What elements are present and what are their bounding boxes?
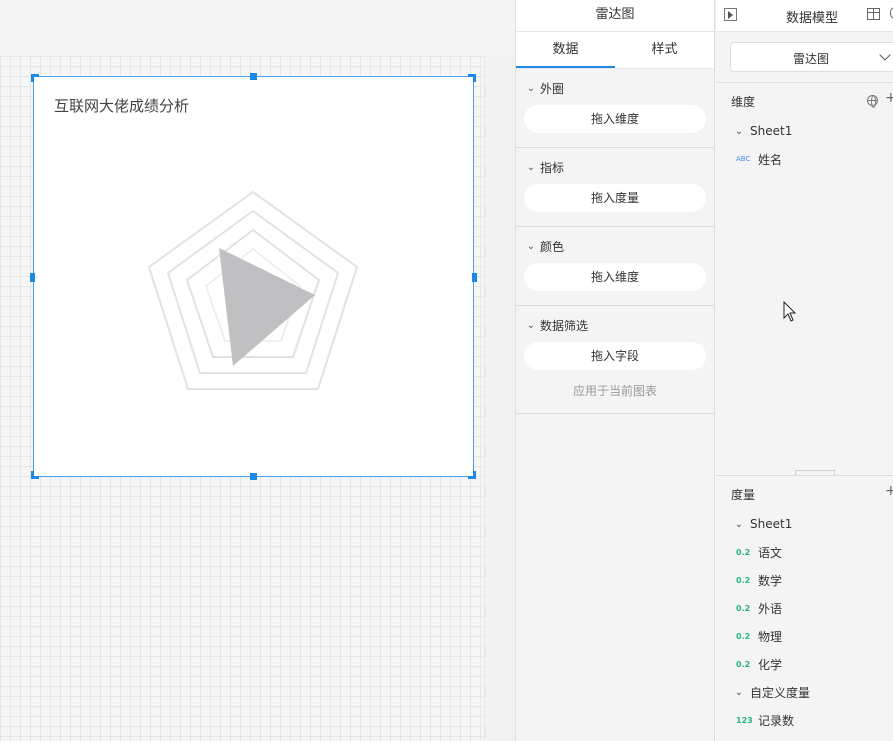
resize-handle-left[interactable]: [30, 273, 35, 282]
tab-data[interactable]: 数据: [516, 32, 615, 68]
resize-handle-right[interactable]: [472, 273, 477, 282]
chevron-down-icon: ⌄: [526, 240, 536, 252]
field-name: 外语: [758, 601, 783, 616]
add-measure-icon[interactable]: +: [885, 483, 893, 499]
custom-measure-field[interactable]: 123 记录数: [736, 710, 794, 730]
data-model-header: 数据模型: [716, 0, 893, 32]
section-title: 颜色: [540, 239, 565, 254]
section-metric: ⌄ 指标 拖入度量: [516, 148, 714, 227]
measure-field[interactable]: 0.2 数学: [736, 570, 782, 590]
collapse-panel-icon[interactable]: [724, 8, 737, 21]
field-name: 语文: [758, 545, 783, 560]
measure-field[interactable]: 0.2 外语: [736, 598, 782, 618]
config-panel-title: 雷达图: [516, 0, 714, 32]
measure-group-custom[interactable]: ⌄ 自定义度量: [732, 682, 810, 702]
field-name: 物理: [758, 629, 783, 644]
resize-corner-top-right[interactable]: [468, 74, 476, 82]
measure-group-sheet1[interactable]: ⌄ Sheet1: [732, 514, 793, 534]
section-header[interactable]: ⌄ 数据筛选: [524, 316, 706, 334]
resize-corner-top-left[interactable]: [31, 74, 39, 82]
chevron-down-icon: ⌄: [734, 125, 744, 137]
section-header[interactable]: ⌄ 外圈: [524, 79, 706, 97]
add-dimension-icon[interactable]: +: [885, 90, 893, 106]
chevron-down-icon: [879, 49, 891, 61]
radar-chart-placeholder: [147, 190, 359, 390]
section-data-filter: ⌄ 数据筛选 拖入字段 应用于当前图表: [516, 306, 714, 414]
table-icon[interactable]: [867, 8, 880, 20]
text-type-icon: ABC: [736, 155, 751, 163]
measure-title: 度量: [731, 488, 756, 502]
number-type-icon: 0.2: [736, 631, 751, 641]
measure-field[interactable]: 0.2 语文: [736, 542, 782, 562]
section-outer-ring: ⌄ 外圈 拖入维度: [516, 69, 714, 148]
chevron-down-icon: ⌄: [734, 518, 744, 530]
count-type-icon: 123: [736, 715, 753, 725]
section-title: 数据筛选: [540, 318, 589, 333]
data-model-title: 数据模型: [786, 11, 839, 26]
tab-style[interactable]: 样式: [615, 32, 714, 68]
dimension-title: 维度: [731, 95, 756, 109]
number-type-icon: 0.2: [736, 547, 751, 557]
field-name: 数学: [758, 573, 783, 588]
resize-corner-bottom-left[interactable]: [31, 471, 39, 479]
apply-to-chart-link[interactable]: 应用于当前图表: [524, 382, 706, 399]
chevron-down-icon: ⌄: [526, 161, 536, 173]
radar-chart-widget[interactable]: 互联网大佬成绩分析: [30, 73, 477, 480]
field-name: 化学: [758, 657, 783, 672]
dimension-section: 维度 + ⌄ Sheet1 ABC 姓名: [716, 82, 893, 475]
field-name: 记录数: [758, 713, 795, 728]
measure-field[interactable]: 0.2 化学: [736, 654, 782, 674]
number-type-icon: 0.2: [736, 575, 751, 585]
chevron-down-icon: ⌄: [526, 319, 536, 331]
resize-handle-bottom[interactable]: [250, 473, 257, 480]
field-name: 姓名: [758, 152, 783, 167]
number-type-icon: 0.2: [736, 603, 751, 613]
globe-icon[interactable]: [867, 95, 878, 108]
drop-zone-outer-ring[interactable]: 拖入维度: [524, 105, 706, 133]
group-label: Sheet1: [750, 124, 793, 138]
drop-zone-metric[interactable]: 拖入度量: [524, 184, 706, 212]
measure-section: 度量 + ⌄ Sheet1 0.2 语文 0.2 数学 0.2 外语 0.2 物…: [716, 475, 893, 741]
section-header[interactable]: ⌄ 颜色: [524, 237, 706, 255]
canvas-scroll-track[interactable]: [484, 56, 515, 741]
canvas-toolbar-area: [0, 0, 515, 56]
canvas-area: 互联网大佬成绩分析: [0, 0, 515, 741]
drop-zone-color[interactable]: 拖入维度: [524, 263, 706, 291]
section-header[interactable]: ⌄ 指标: [524, 158, 706, 176]
group-label: 自定义度量: [750, 685, 811, 700]
measure-field[interactable]: 0.2 物理: [736, 626, 782, 646]
dimension-field[interactable]: ABC 姓名: [736, 149, 782, 169]
dimension-group-sheet1[interactable]: ⌄ Sheet1: [732, 121, 793, 141]
mouse-cursor-icon: [783, 301, 797, 322]
section-color: ⌄ 颜色 拖入维度: [516, 227, 714, 306]
data-model-panel: 数据模型 雷达图 维度 + ⌄ Sheet1 ABC 姓名 度量 + ⌄ She…: [716, 0, 893, 741]
chevron-down-icon: ⌄: [734, 686, 744, 698]
chart-config-panel: 雷达图 数据 样式 ⌄ 外圈 拖入维度 ⌄ 指标 拖入度量 ⌄ 颜色 拖入维度 …: [515, 0, 715, 741]
resize-corner-bottom-right[interactable]: [468, 471, 476, 479]
section-title: 外圈: [540, 81, 565, 96]
drop-zone-filter[interactable]: 拖入字段: [524, 342, 706, 370]
resize-handle-top[interactable]: [250, 73, 257, 80]
group-label: Sheet1: [750, 517, 793, 531]
dataset-select-value: 雷达图: [793, 52, 830, 66]
dataset-select[interactable]: 雷达图: [730, 42, 893, 72]
number-type-icon: 0.2: [736, 659, 751, 669]
config-tabs: 数据 样式: [516, 32, 714, 69]
section-title: 指标: [540, 160, 565, 175]
chevron-down-icon: ⌄: [526, 82, 536, 94]
